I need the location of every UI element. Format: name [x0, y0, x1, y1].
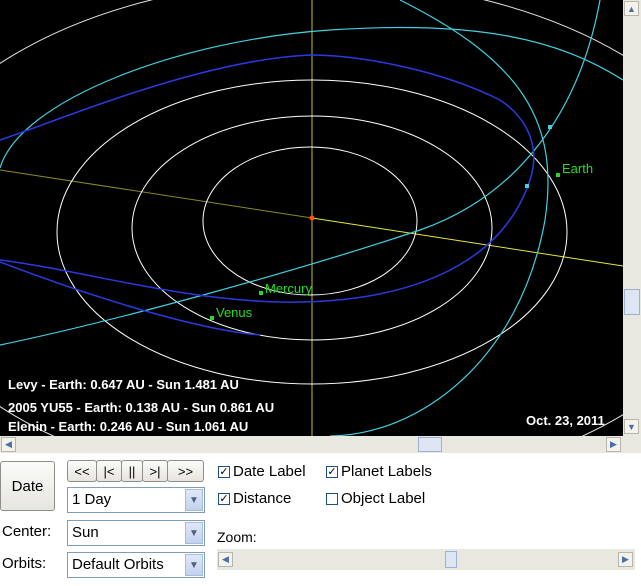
- comet-marker: [548, 125, 552, 129]
- center-select[interactable]: Sun ▼: [67, 520, 205, 546]
- orbits-select[interactable]: Default Orbits ▼: [67, 552, 205, 578]
- distance-checkbox[interactable]: ✓: [218, 493, 230, 505]
- zoom-thumb[interactable]: [445, 551, 457, 568]
- mercury-marker: [259, 291, 263, 295]
- zoom-scrollbar[interactable]: ◀ ▶: [217, 549, 635, 570]
- earth-marker: [556, 173, 560, 177]
- venus-marker: [210, 316, 214, 320]
- orbits-label: Orbits:: [2, 555, 47, 572]
- ecliptic-axis-front: [311, 217, 623, 267]
- orbit-viewport[interactable]: Mercury Venus Earth Levy - Earth: 0.647 …: [0, 0, 623, 436]
- horizontal-scroll-thumb[interactable]: [418, 437, 442, 452]
- vertical-scrollbar[interactable]: ▲ ▼: [623, 0, 641, 436]
- zoom-left-icon[interactable]: ◀: [218, 552, 233, 567]
- center-select-value: Sun: [72, 524, 99, 541]
- step-select[interactable]: 1 Day ▼: [67, 487, 205, 513]
- date-label-text: Date Label: [233, 463, 306, 480]
- planet-labels-text: Planet Labels: [341, 463, 432, 480]
- scroll-down-icon[interactable]: ▼: [624, 419, 639, 434]
- distance-text: Distance: [233, 490, 292, 507]
- step-back-button[interactable]: |<: [96, 460, 122, 482]
- planet-labels-checkbox[interactable]: ✓: [326, 466, 338, 478]
- zoom-right-icon[interactable]: ▶: [618, 552, 633, 567]
- scroll-up-icon[interactable]: ▲: [624, 1, 639, 16]
- mercury-orbit: [202, 146, 418, 296]
- zoom-label: Zoom:: [217, 529, 257, 545]
- elenin-orbit: [329, 0, 549, 436]
- levy-distance: Levy - Earth: 0.647 AU - Sun 1.481 AU: [8, 377, 239, 392]
- ecliptic-axis-back: [0, 169, 313, 219]
- yu55-distance: 2005 YU55 - Earth: 0.138 AU - Sun 0.861 …: [8, 400, 275, 415]
- horizontal-scrollbar[interactable]: ◀ ▶: [0, 436, 623, 453]
- date-label-checkbox[interactable]: ✓: [218, 466, 230, 478]
- scroll-right-icon[interactable]: ▶: [606, 437, 621, 452]
- center-label: Center:: [2, 523, 52, 540]
- object-label-text: Object Label: [341, 490, 426, 507]
- chevron-down-icon[interactable]: ▼: [185, 489, 203, 511]
- date-overlay: Oct. 23, 2011: [526, 413, 605, 428]
- pause-button[interactable]: ||: [121, 460, 143, 482]
- step-forward-button[interactable]: >|: [142, 460, 168, 482]
- orbit-diagram: Mercury Venus Earth: [0, 0, 623, 436]
- vertical-scroll-thumb[interactable]: [624, 289, 640, 315]
- yu55-orbit: [0, 54, 535, 303]
- date-button[interactable]: Date: [0, 461, 55, 511]
- object-label-checkbox[interactable]: [326, 493, 338, 505]
- chevron-down-icon[interactable]: ▼: [185, 554, 203, 576]
- orbits-select-value: Default Orbits: [72, 556, 164, 573]
- fast-forward-button[interactable]: >>: [167, 460, 204, 482]
- venus-label: Venus: [216, 305, 253, 320]
- chevron-down-icon[interactable]: ▼: [185, 522, 203, 544]
- rewind-button[interactable]: <<: [67, 460, 97, 482]
- step-select-value: 1 Day: [72, 491, 112, 508]
- scroll-left-icon[interactable]: ◀: [1, 437, 16, 452]
- elenin-distance: Elenin - Earth: 0.246 AU - Sun 1.061 AU: [8, 419, 249, 434]
- scrollbar-corner: [623, 436, 641, 453]
- mercury-label: Mercury: [265, 281, 312, 296]
- asteroid-marker: [525, 184, 529, 188]
- sun: [309, 215, 315, 221]
- earth-label: Earth: [562, 161, 593, 176]
